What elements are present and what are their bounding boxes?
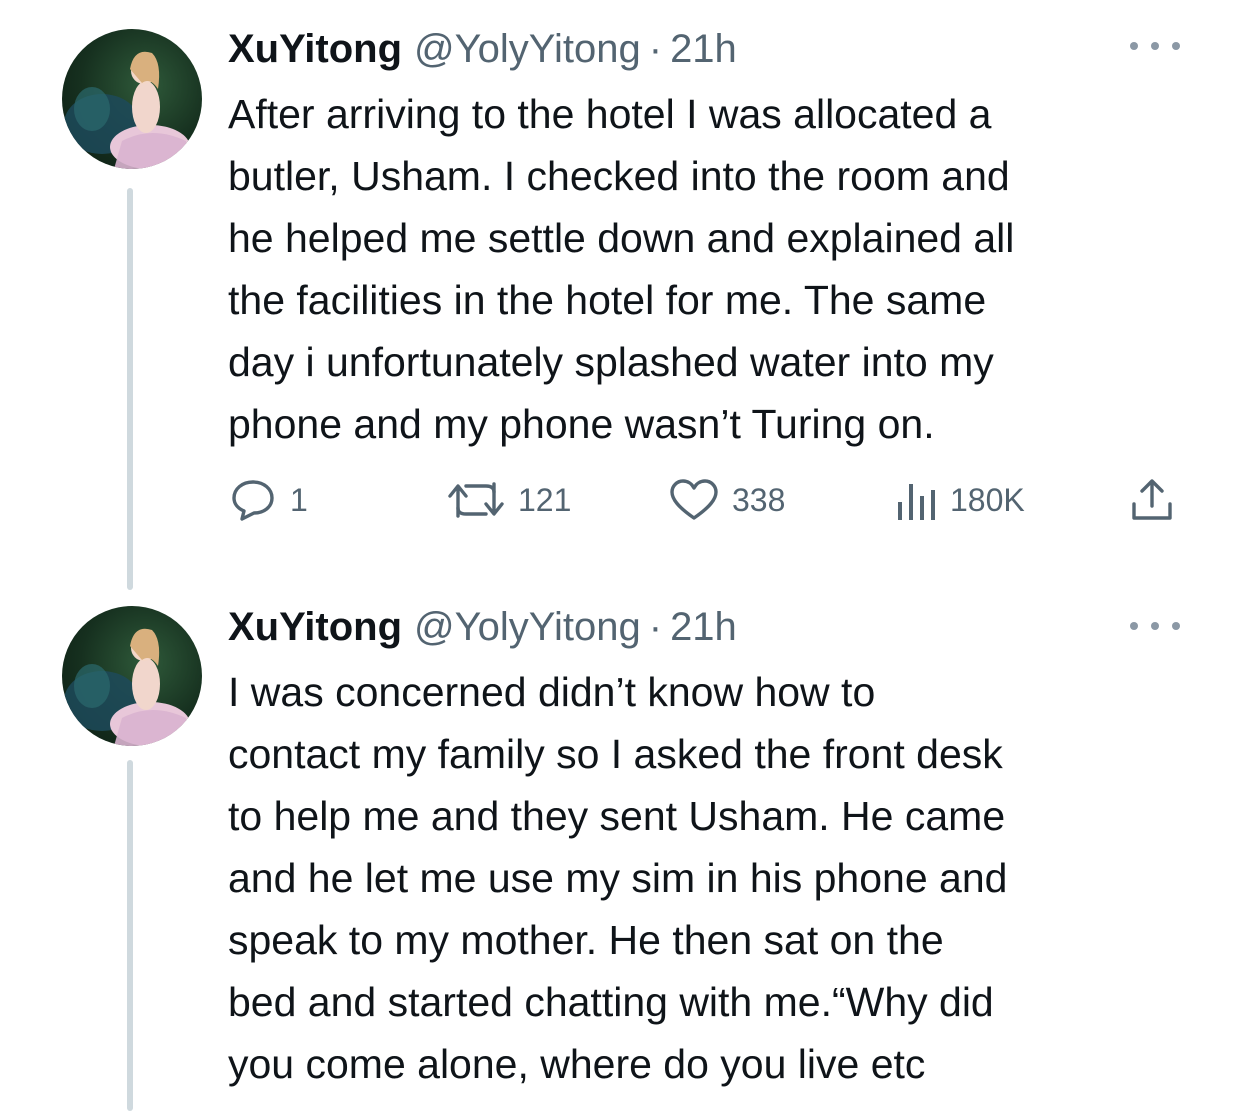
tweet-text-line: I was concerned didn’t know how to [228, 669, 876, 715]
tweet-text-line: the facilities in the hotel for me. The … [228, 277, 987, 323]
like-count: 338 [732, 481, 786, 518]
views-button[interactable]: 180K [894, 470, 1025, 530]
tweet-text: I was concerned didn’t know how to conta… [228, 661, 1208, 1095]
tweet-actions: 1 121 338 180K [228, 470, 1188, 530]
tweet-1[interactable]: XuYitong @YolyYitong · 21h After arrivin… [0, 0, 1242, 590]
retweet-count: 121 [518, 481, 572, 518]
more-options-button[interactable] [1130, 616, 1180, 636]
tweet-2[interactable]: XuYitong @YolyYitong · 21h I was concern… [0, 590, 1242, 1111]
reply-icon [232, 480, 274, 521]
author-handle[interactable]: @YolyYitong [414, 19, 641, 79]
timestamp[interactable]: 21h [670, 19, 737, 79]
more-icon-dot [1172, 42, 1180, 50]
tweet-text-line: he helped me settle down and explained a… [228, 215, 1015, 261]
tweet-text-line: contact my family so I asked the front d… [228, 731, 1003, 777]
header-separator: · [648, 605, 663, 649]
thread-line [127, 188, 133, 590]
avatar[interactable] [62, 606, 202, 746]
tweet-text-line: day i unfortunately splashed water into … [228, 339, 994, 385]
reply-count: 1 [290, 481, 308, 518]
tweet-text-line: to help me and they sent Usham. He came [228, 793, 1006, 839]
reply-button[interactable]: 1 [228, 470, 308, 530]
thread-line [127, 760, 133, 1111]
tweet-text-line: speak to my mother. He then sat on the [228, 917, 944, 963]
tweet-text-line: butler, Usham. I checked into the room a… [228, 153, 1010, 199]
share-icon [1132, 479, 1172, 520]
author-handle[interactable]: @YolyYitong [414, 597, 641, 657]
tweet-text-line: bed and started chatting with me.“Why di… [228, 979, 994, 1025]
retweet-icon [448, 482, 504, 518]
share-button[interactable] [1128, 470, 1176, 530]
tweet-header: XuYitong @YolyYitong · 21h [228, 19, 737, 79]
more-options-button[interactable] [1130, 36, 1180, 56]
like-button[interactable]: 338 [668, 470, 785, 530]
more-icon-dot [1172, 622, 1180, 630]
timestamp[interactable]: 21h [670, 597, 737, 657]
tweet-text-line: and he let me use my sim in his phone an… [228, 855, 1008, 901]
tweet-text: After arriving to the hotel I was alloca… [228, 83, 1208, 455]
more-icon [1130, 42, 1138, 50]
retweet-button[interactable]: 121 [446, 470, 571, 530]
avatar[interactable] [62, 29, 202, 169]
avatar-image [64, 628, 190, 746]
more-icon [1130, 622, 1138, 630]
more-icon-dot [1151, 42, 1159, 50]
views-icon [898, 484, 935, 520]
tweet-text-line: After arriving to the hotel I was alloca… [228, 91, 992, 137]
views-count: 180K [950, 481, 1025, 518]
author-name[interactable]: XuYitong [228, 19, 402, 79]
author-name[interactable]: XuYitong [228, 597, 402, 657]
more-icon-dot [1151, 622, 1159, 630]
tweet-text-line: you come alone, where do you live etc [228, 1041, 926, 1087]
tweet-header: XuYitong @YolyYitong · 21h [228, 597, 737, 657]
avatar-image [64, 51, 190, 169]
tweet-text-line: phone and my phone wasn’t Turing on. [228, 401, 935, 447]
heart-icon [670, 479, 718, 520]
header-separator: · [648, 27, 663, 71]
